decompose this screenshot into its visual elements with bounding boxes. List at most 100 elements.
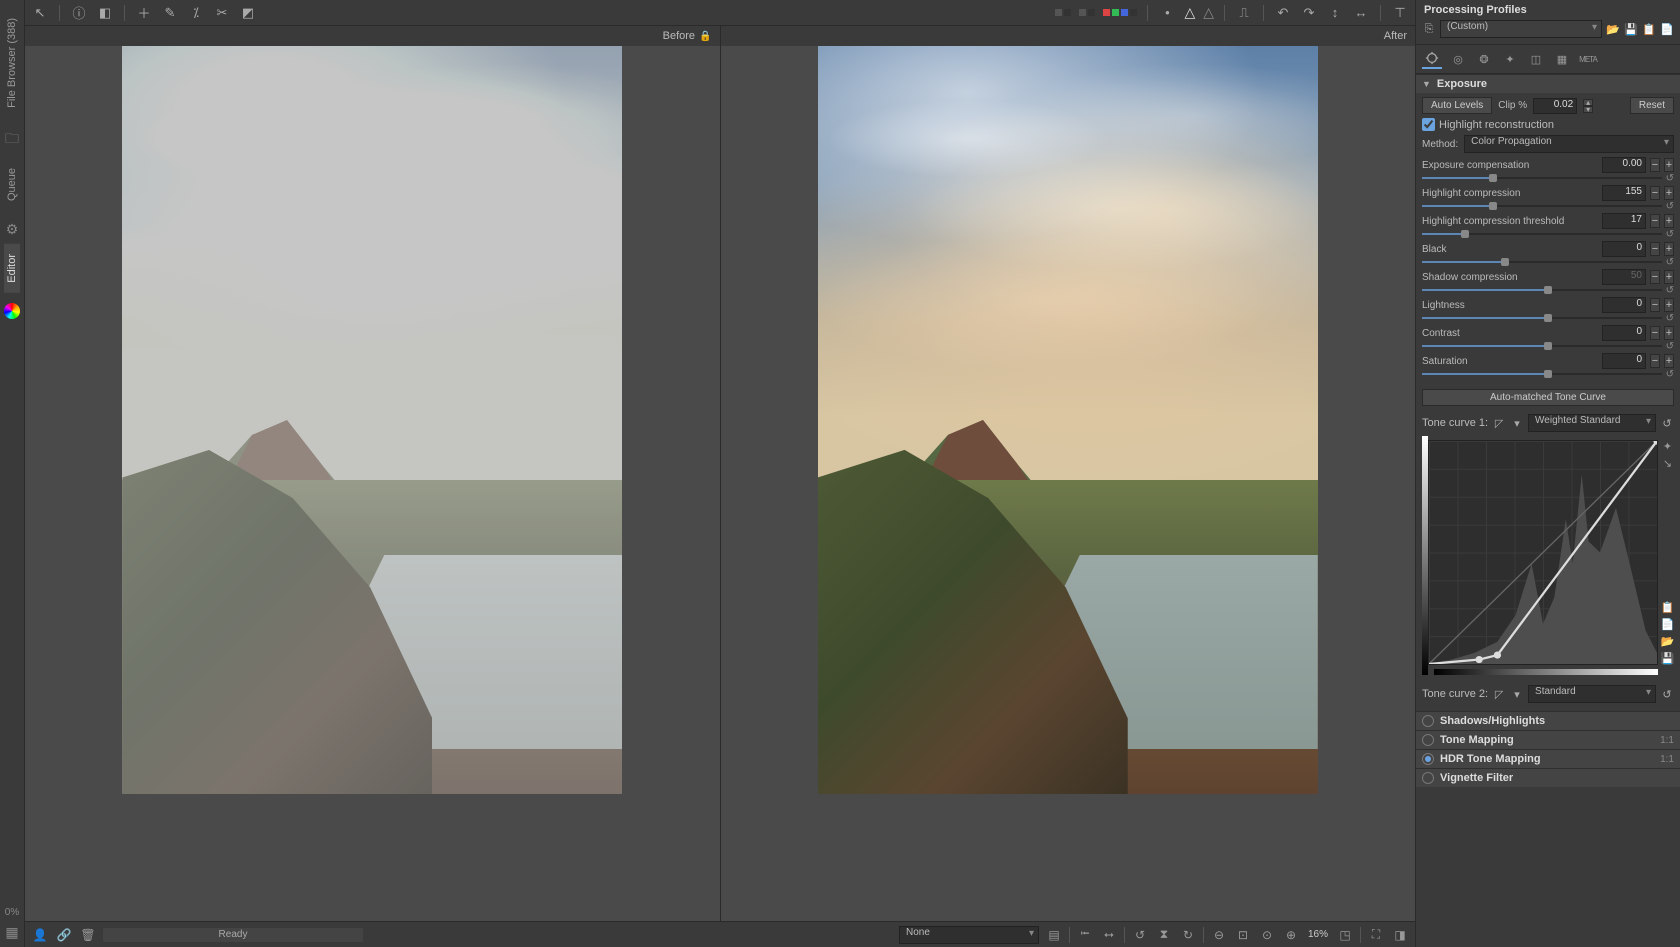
lab-indicator[interactable]	[1055, 9, 1137, 16]
nav-first-icon[interactable]: ⭰	[1076, 926, 1094, 944]
image-viewer[interactable]	[25, 46, 1415, 921]
slider-reset-con[interactable]: ↺	[1666, 341, 1674, 352]
flip-v-icon[interactable]: ↕	[1326, 4, 1344, 22]
rotate-left-icon[interactable]: ↶	[1274, 4, 1292, 22]
curve-save-icon[interactable]: 💾	[1661, 652, 1674, 665]
tab-exposure[interactable]	[1422, 49, 1442, 69]
curve-copy-icon[interactable]: 📋	[1661, 601, 1674, 614]
curve-edit-icon[interactable]: ↘	[1661, 457, 1674, 470]
slider-plus-ev[interactable]: +	[1664, 158, 1674, 172]
auto-tone-curve-button[interactable]: Auto-matched Tone Curve	[1422, 389, 1674, 406]
rotate-right-icon[interactable]: ↷	[1300, 4, 1318, 22]
plus-icon[interactable]: ＋	[135, 4, 153, 22]
panel-toggle-icon[interactable]: ◨	[1391, 926, 1409, 944]
section-shadows-highlights[interactable]: Shadows/Highlights	[1416, 711, 1680, 730]
reset-button[interactable]: Reset	[1630, 97, 1674, 114]
clip-highlight-icon[interactable]: △	[1203, 4, 1214, 21]
section-hdr-tone-mapping[interactable]: HDR Tone Mapping 1:1	[1416, 749, 1680, 768]
profile-mode-icon[interactable]: ⎘	[1422, 22, 1436, 36]
history-icon[interactable]: ⧗	[1155, 926, 1173, 944]
slider-track-ev[interactable]: ↺	[1422, 173, 1674, 183]
tab-queue[interactable]: Queue	[4, 158, 20, 211]
clip-value[interactable]: 0.02	[1533, 98, 1577, 114]
flip-h-icon[interactable]: ↔	[1352, 4, 1370, 22]
slider-minus-hc[interactable]: −	[1650, 186, 1660, 200]
chevron-down-icon[interactable]: ▾	[1510, 687, 1524, 701]
undo-icon[interactable]: ↺	[1131, 926, 1149, 944]
slider-plus-lit[interactable]: +	[1664, 298, 1674, 312]
gamut-icon[interactable]: ⎍	[1235, 4, 1253, 22]
power-icon[interactable]	[1422, 772, 1434, 784]
slider-reset-ev[interactable]: ↺	[1666, 173, 1674, 184]
tab-transform[interactable]: ◫	[1526, 49, 1546, 69]
curve-type-icon[interactable]: ◸	[1492, 687, 1506, 701]
grid-icon[interactable]: ▦	[5, 924, 18, 941]
detail-window-combo[interactable]: None	[899, 926, 1039, 944]
slider-plus-hc[interactable]: +	[1664, 186, 1674, 200]
slider-reset-hct[interactable]: ↺	[1666, 229, 1674, 240]
curve-picker-icon[interactable]: ✦	[1661, 440, 1674, 453]
lock-icon[interactable]: 🔒	[699, 31, 711, 42]
power-icon[interactable]	[1422, 753, 1434, 765]
slider-value-con[interactable]: 0	[1602, 325, 1646, 341]
slider-minus-ev[interactable]: −	[1650, 158, 1660, 172]
curve-reset-icon[interactable]: ↺	[1660, 416, 1674, 430]
slider-minus-con[interactable]: −	[1650, 326, 1660, 340]
curve-load-icon[interactable]: 📂	[1661, 635, 1674, 648]
section-exposure-header[interactable]: ▼ Exposure	[1416, 74, 1680, 93]
profile-combo[interactable]: (Custom)	[1440, 20, 1602, 38]
slider-reset-hc[interactable]: ↺	[1666, 201, 1674, 212]
slider-plus-con[interactable]: +	[1664, 326, 1674, 340]
slider-value-ev[interactable]: 0.00	[1602, 157, 1646, 173]
tab-file-browser[interactable]: File Browser (388)	[4, 8, 20, 118]
profile-copy-icon[interactable]: 📋	[1642, 22, 1656, 36]
redo-icon[interactable]: ↻	[1179, 926, 1197, 944]
pin-icon[interactable]: ⊤	[1391, 4, 1409, 22]
profile-save-icon[interactable]: 💾	[1624, 22, 1638, 36]
zoom-out-icon[interactable]: ⊖	[1210, 926, 1228, 944]
clip-down[interactable]: ▾	[1583, 106, 1593, 113]
zoom-100-icon[interactable]: ⊙	[1258, 926, 1276, 944]
chevron-down-icon[interactable]: ▾	[1510, 416, 1524, 430]
auto-levels-button[interactable]: Auto Levels	[1422, 97, 1492, 114]
tone-curve-2-combo[interactable]: Standard	[1528, 685, 1656, 703]
slider-minus-hct[interactable]: −	[1650, 214, 1660, 228]
slider-track-con[interactable]: ↺	[1422, 341, 1674, 351]
slider-value-lit[interactable]: 0	[1602, 297, 1646, 313]
straighten-icon[interactable]: ◩	[239, 4, 257, 22]
highlight-recon-check[interactable]: Highlight reconstruction	[1422, 118, 1674, 131]
slider-plus-sat[interactable]: +	[1664, 354, 1674, 368]
slider-value-hct[interactable]: 17	[1602, 213, 1646, 229]
curve-type-icon[interactable]: ◸	[1492, 416, 1506, 430]
slider-value-sat[interactable]: 0	[1602, 353, 1646, 369]
zoom-crop-icon[interactable]: ◳	[1336, 926, 1354, 944]
info-icon[interactable]: ⓘ	[70, 4, 88, 22]
slider-track-lit[interactable]: ↺	[1422, 313, 1674, 323]
slider-reset-blk[interactable]: ↺	[1666, 257, 1674, 268]
trash-icon[interactable]: 🗑	[79, 926, 97, 944]
dot-icon[interactable]: •	[1158, 4, 1176, 22]
slider-track-sat[interactable]: ↺	[1422, 369, 1674, 379]
crop-icon[interactable]: ✂	[213, 4, 231, 22]
tab-color[interactable]: ❂	[1474, 49, 1494, 69]
slider-track-blk[interactable]: ↺	[1422, 257, 1674, 267]
nav-sync-icon[interactable]: ⭤	[1100, 926, 1118, 944]
fullscreen-icon[interactable]: ⛶	[1367, 926, 1385, 944]
tab-editor[interactable]: Editor	[4, 244, 20, 293]
link-icon[interactable]: 🔗	[55, 926, 73, 944]
slider-plus-blk[interactable]: +	[1664, 242, 1674, 256]
slider-track-hc[interactable]: ↺	[1422, 201, 1674, 211]
tab-raw[interactable]: ▦	[1552, 49, 1572, 69]
tone-curve-1-combo[interactable]: Weighted Standard	[1528, 414, 1656, 432]
tab-meta[interactable]: META	[1578, 49, 1598, 69]
tone-curve-editor[interactable]: ✦ ↘ 📋 📄 📂 💾	[1428, 440, 1674, 665]
slider-value-blk[interactable]: 0	[1602, 241, 1646, 257]
section-tone-mapping[interactable]: Tone Mapping 1:1	[1416, 730, 1680, 749]
slider-track-hct[interactable]: ↺	[1422, 229, 1674, 239]
method-combo[interactable]: Color Propagation	[1464, 135, 1674, 153]
power-icon[interactable]	[1422, 734, 1434, 746]
add-detail-icon[interactable]: ▤	[1045, 926, 1063, 944]
slider-reset-lit[interactable]: ↺	[1666, 313, 1674, 324]
curve-paste-icon[interactable]: 📄	[1661, 618, 1674, 631]
hand-tool-icon[interactable]: ✎	[161, 4, 179, 22]
